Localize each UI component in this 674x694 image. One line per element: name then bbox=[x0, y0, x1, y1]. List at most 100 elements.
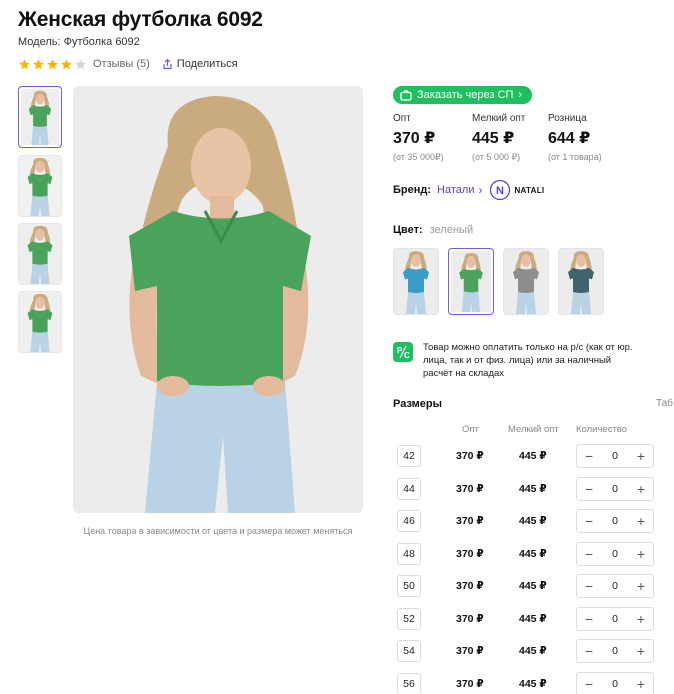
size-price-small-opt: 445 ₽ bbox=[519, 613, 547, 625]
size-price-opt: 370 ₽ bbox=[456, 678, 484, 690]
plus-icon[interactable]: + bbox=[635, 579, 647, 593]
quantity-stepper: − 0 + bbox=[576, 477, 654, 501]
column-header-small-opt: Мелкий опт bbox=[508, 424, 559, 435]
size-price-opt: 370 ₽ bbox=[456, 580, 484, 592]
sizes-title: Размеры bbox=[393, 398, 443, 410]
color-row: Цвет: зеленый bbox=[393, 224, 473, 236]
size-row: 52 370 ₽ 445 ₽ − 0 + bbox=[393, 606, 663, 634]
color-swatch[interactable] bbox=[558, 248, 604, 315]
brand-row: Бренд: Натали › N NATALI bbox=[393, 180, 544, 200]
brand-logo[interactable]: N NATALI bbox=[490, 180, 544, 200]
plus-icon[interactable]: + bbox=[635, 612, 647, 626]
brand-logo-text: NATALI bbox=[514, 185, 545, 195]
share-button[interactable]: Поделиться bbox=[162, 58, 238, 70]
rating-stars bbox=[18, 58, 87, 71]
quantity-value[interactable]: 0 bbox=[612, 450, 618, 462]
size-price-small-opt: 445 ₽ bbox=[519, 483, 547, 495]
size-price-small-opt: 445 ₽ bbox=[519, 580, 547, 592]
size-price-opt: 370 ₽ bbox=[456, 483, 484, 495]
size-label: 50 bbox=[397, 575, 421, 597]
share-icon bbox=[163, 58, 172, 70]
star-icon bbox=[19, 58, 30, 69]
plus-icon[interactable]: + bbox=[635, 449, 647, 463]
payment-account-icon: P C bbox=[393, 342, 413, 362]
quantity-stepper: − 0 + bbox=[576, 607, 654, 631]
price-tier-retail: Розница 644 ₽ (от 1 товара) bbox=[548, 113, 638, 162]
minus-icon[interactable]: − bbox=[583, 514, 595, 528]
quantity-value[interactable]: 0 bbox=[612, 580, 618, 592]
star-icon bbox=[47, 58, 58, 69]
brand-label: Бренд: bbox=[393, 184, 432, 196]
size-label: 46 bbox=[397, 510, 421, 532]
rating-row: Отзывы (5) Поделиться bbox=[18, 56, 238, 72]
star-icon bbox=[33, 58, 44, 69]
minus-icon[interactable]: − bbox=[583, 449, 595, 463]
minus-icon[interactable]: − bbox=[583, 677, 595, 691]
minus-icon[interactable]: − bbox=[583, 579, 595, 593]
plus-icon[interactable]: + bbox=[635, 547, 647, 561]
product-title: Женская футболка 6092 bbox=[18, 8, 263, 31]
product-model: Модель: Футболка 6092 bbox=[18, 36, 140, 48]
svg-text:C: C bbox=[404, 351, 410, 360]
main-product-photo[interactable] bbox=[73, 86, 363, 513]
brand-link[interactable]: Натали bbox=[437, 184, 474, 196]
size-price-small-opt: 445 ₽ bbox=[519, 678, 547, 690]
quantity-value[interactable]: 0 bbox=[612, 483, 618, 495]
thumbnail-3[interactable] bbox=[18, 223, 62, 285]
size-price-opt: 370 ₽ bbox=[456, 548, 484, 560]
size-table-link[interactable]: Таб bbox=[656, 398, 673, 409]
model-photo-illustration bbox=[73, 86, 363, 513]
price-value: 644 ₽ bbox=[548, 130, 591, 147]
color-swatch[interactable] bbox=[503, 248, 549, 315]
order-via-sp-button[interactable]: Заказать через СП › bbox=[393, 86, 533, 104]
size-label: 42 bbox=[397, 445, 421, 467]
thumbnail-4[interactable] bbox=[18, 291, 62, 353]
size-price-small-opt: 445 ₽ bbox=[519, 645, 547, 657]
quantity-value[interactable]: 0 bbox=[612, 515, 618, 527]
quantity-value[interactable]: 0 bbox=[612, 645, 618, 657]
plus-icon[interactable]: + bbox=[635, 514, 647, 528]
minus-icon[interactable]: − bbox=[583, 482, 595, 496]
natali-logo-icon: N bbox=[490, 180, 511, 200]
order-via-sp-label: Заказать через СП bbox=[417, 89, 514, 101]
star-icon bbox=[61, 58, 72, 69]
minus-icon[interactable]: − bbox=[583, 547, 595, 561]
size-row: 42 370 ₽ 445 ₽ − 0 + bbox=[393, 443, 663, 471]
brand-logo-letter: N bbox=[496, 185, 504, 197]
color-swatch[interactable] bbox=[393, 248, 439, 315]
star-icon bbox=[75, 58, 86, 69]
size-price-opt: 370 ₽ bbox=[456, 645, 484, 657]
minus-icon[interactable]: − bbox=[583, 612, 595, 626]
quantity-value[interactable]: 0 bbox=[612, 548, 618, 560]
quantity-value[interactable]: 0 bbox=[612, 613, 618, 625]
chevron-right-icon: › bbox=[478, 183, 483, 197]
quantity-stepper: − 0 + bbox=[576, 542, 654, 566]
size-label: 52 bbox=[397, 608, 421, 630]
column-header-opt: Опт bbox=[462, 424, 479, 435]
size-label: 44 bbox=[397, 478, 421, 500]
color-swatch[interactable] bbox=[448, 248, 494, 315]
price-disclaimer: Цена товара в зависимости от цвета и раз… bbox=[83, 526, 353, 536]
color-value: зеленый bbox=[429, 224, 474, 236]
price-tier-opt: Опт 370 ₽ (от 35 000₽) bbox=[393, 113, 483, 163]
size-price-small-opt: 445 ₽ bbox=[519, 515, 547, 527]
quantity-stepper: − 0 + bbox=[576, 639, 654, 663]
thumbnail-1[interactable] bbox=[18, 86, 62, 148]
quantity-stepper: − 0 + bbox=[576, 574, 654, 598]
quantity-stepper: − 0 + bbox=[576, 509, 654, 533]
cart-icon bbox=[400, 89, 412, 101]
quantity-value[interactable]: 0 bbox=[612, 678, 618, 690]
thumbnail-2[interactable] bbox=[18, 155, 62, 217]
plus-icon[interactable]: + bbox=[635, 677, 647, 691]
plus-icon[interactable]: + bbox=[635, 482, 647, 496]
size-row: 56 370 ₽ 445 ₽ − 0 + bbox=[393, 671, 663, 694]
minus-icon[interactable]: − bbox=[583, 644, 595, 658]
reviews-link[interactable]: Отзывы (5) bbox=[93, 58, 150, 70]
chevron-right-icon: › bbox=[518, 89, 523, 101]
price-value: 370 ₽ bbox=[393, 130, 436, 147]
size-price-small-opt: 445 ₽ bbox=[519, 450, 547, 462]
share-label: Поделиться bbox=[176, 58, 238, 70]
size-row: 44 370 ₽ 445 ₽ − 0 + bbox=[393, 476, 663, 504]
plus-icon[interactable]: + bbox=[635, 644, 647, 658]
quantity-stepper: − 0 + bbox=[576, 672, 654, 694]
